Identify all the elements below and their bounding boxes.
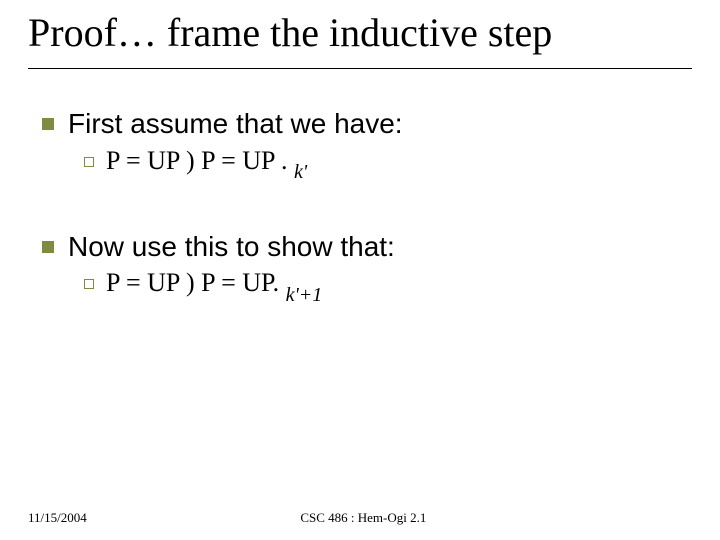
slide-footer: 11/15/2004 CSC 486 : Hem-Ogi 2.1 xyxy=(0,510,720,526)
expr-rhs: P = UP xyxy=(195,268,273,297)
bullet-block: Now use this to show that: P = UP ) P = … xyxy=(42,230,682,305)
expr-symbol: ) xyxy=(186,268,195,297)
square-bullet-icon xyxy=(42,118,54,130)
hollow-square-bullet-icon xyxy=(84,157,94,167)
footer-pad xyxy=(640,510,720,526)
bullet-text: First assume that we have: xyxy=(68,107,403,141)
expr-symbol: ) xyxy=(186,146,195,175)
footer-date: 11/15/2004 xyxy=(0,510,87,526)
bullet-block: First assume that we have: P = UP ) P = … xyxy=(42,107,682,182)
sub-bullet-item: P = UP ) P = UP. k'+1 xyxy=(42,267,682,304)
expr-trail: . xyxy=(273,268,286,297)
title-wrap: Proof… frame the inductive step xyxy=(28,10,692,69)
expr-subscript: k'+1 xyxy=(286,284,323,306)
bullet-text: Now use this to show that: xyxy=(68,230,395,264)
slide-content: First assume that we have: P = UP ) P = … xyxy=(28,107,692,305)
expr-rhs: P = UP xyxy=(195,146,281,175)
sub-bullet-item: P = UP ) P = UP . k' xyxy=(42,145,682,182)
bullet-item: First assume that we have: xyxy=(42,107,682,141)
slide-title: Proof… frame the inductive step xyxy=(28,10,692,56)
expr-trail: . xyxy=(281,146,294,175)
square-bullet-icon xyxy=(42,241,54,253)
footer-center: CSC 486 : Hem-Ogi 2.1 xyxy=(87,510,640,526)
expr-lhs: P = UP xyxy=(106,146,186,175)
bullet-item: Now use this to show that: xyxy=(42,230,682,264)
hollow-square-bullet-icon xyxy=(84,279,94,289)
sub-bullet-text: P = UP ) P = UP . k' xyxy=(106,145,307,182)
sub-bullet-text: P = UP ) P = UP. k'+1 xyxy=(106,267,322,304)
expr-subscript: k' xyxy=(294,161,307,183)
expr-lhs: P = UP xyxy=(106,268,186,297)
slide: Proof… frame the inductive step First as… xyxy=(0,0,720,540)
